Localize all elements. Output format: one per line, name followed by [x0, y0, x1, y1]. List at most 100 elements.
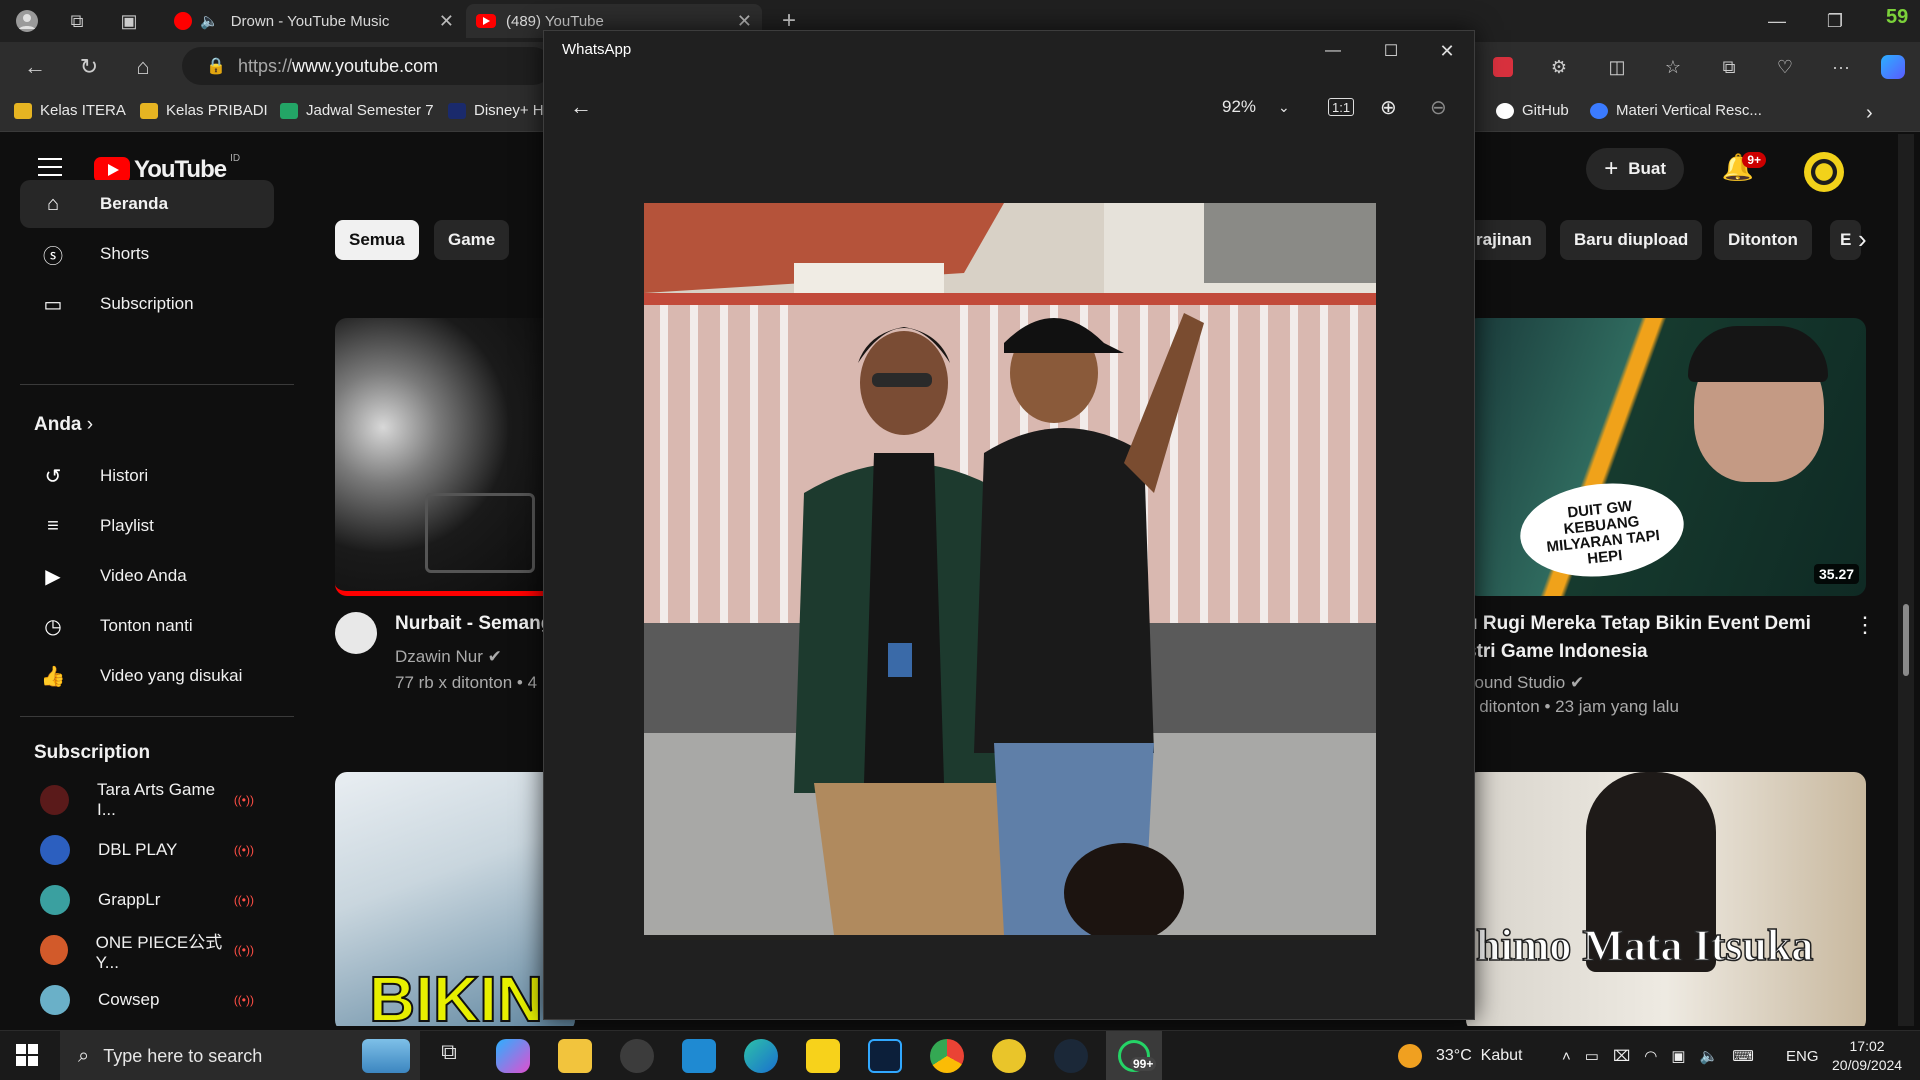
- menu-icon[interactable]: [38, 158, 62, 176]
- language-indicator[interactable]: ENG: [1786, 1031, 1819, 1080]
- zoom-dropdown[interactable]: 92% ⌄: [1222, 89, 1290, 125]
- keyboard-icon[interactable]: ⌨: [1732, 1047, 1754, 1065]
- bookmark-disney[interactable]: Disney+ H: [448, 102, 544, 119]
- more-vert-icon[interactable]: ⋮: [1854, 612, 1876, 638]
- battery-icon[interactable]: ▭: [1585, 1047, 1599, 1065]
- volume-icon[interactable]: 🔈: [1700, 1047, 1719, 1065]
- zoom-out-icon[interactable]: ⊖: [1430, 89, 1447, 125]
- edge-icon[interactable]: [744, 1039, 778, 1073]
- chip-game[interactable]: Game: [434, 220, 510, 260]
- chip-baru-diupload[interactable]: Baru diupload: [1560, 220, 1703, 260]
- sidebar-item-shorts[interactable]: ⓢ Shorts: [20, 230, 274, 278]
- tab-youtube-music[interactable]: 🔈 Drown - YouTube Music ✕: [164, 4, 464, 38]
- back-icon[interactable]: ←: [22, 54, 48, 80]
- chip-ditonton[interactable]: Ditonton: [1714, 220, 1812, 260]
- workspaces-icon[interactable]: ⧉: [64, 8, 90, 34]
- close-tab-icon[interactable]: ✕: [439, 11, 454, 32]
- video-title[interactable]: u Rugi Mereka Tetap Bikin Event Demi stri…: [1466, 610, 1811, 666]
- task-view-icon[interactable]: ⧉: [432, 1039, 466, 1073]
- speaker-icon[interactable]: 🔈: [200, 12, 219, 30]
- extensions-icon[interactable]: ⚙: [1546, 54, 1572, 80]
- profile-icon[interactable]: [14, 8, 40, 34]
- video-thumbnail[interactable]: DUIT GW KEBUANG MILYARAN TAPI HEPI: [1466, 318, 1866, 596]
- weather-widget[interactable]: 33°C Kabut: [1398, 1031, 1522, 1080]
- file-explorer-icon[interactable]: [558, 1039, 592, 1073]
- video-channel[interactable]: sound Studio ✔: [1466, 670, 1584, 695]
- chrome-icon[interactable]: [930, 1039, 964, 1073]
- maximize-icon[interactable]: ☐: [1368, 35, 1414, 67]
- more-options-icon[interactable]: ···: [1828, 54, 1854, 80]
- channel-avatar[interactable]: [335, 612, 377, 654]
- bookmark-kelas-itera[interactable]: Kelas ITERA: [14, 102, 126, 119]
- create-button[interactable]: + Buat: [1586, 148, 1684, 190]
- vscode-icon[interactable]: [682, 1039, 716, 1073]
- sidebar-you-heading[interactable]: Anda ›: [34, 414, 93, 436]
- video-title[interactable]: Nurbait - Semang: [395, 610, 552, 638]
- address-bar[interactable]: 🔒 https://www.youtube.com: [182, 47, 552, 85]
- account-avatar[interactable]: [1804, 152, 1844, 192]
- home-icon[interactable]: ⌂: [130, 54, 156, 80]
- close-icon[interactable]: ✕: [1424, 35, 1470, 67]
- split-screen-icon[interactable]: ◫: [1604, 54, 1630, 80]
- video-thumbnail[interactable]: [335, 318, 575, 596]
- sidebar-sub-one-piece[interactable]: ONE PIECE公式Y... ((•)): [20, 926, 274, 974]
- zoom-in-icon[interactable]: ⊕: [1380, 89, 1397, 125]
- sidebar-sub-grapplr[interactable]: GrappLr ((•)): [20, 876, 274, 924]
- taskbar-search[interactable]: ⌕ Type here to search: [60, 1031, 420, 1080]
- sidebar-subscription-heading: Subscription: [34, 742, 151, 763]
- bookmark-github[interactable]: GitHub: [1496, 102, 1569, 119]
- bookmark-jadwal[interactable]: Jadwal Semester 7: [280, 102, 434, 119]
- sidebar-item-playlist[interactable]: ≡ Playlist: [20, 502, 274, 550]
- maximize-icon[interactable]: ❐: [1822, 8, 1848, 34]
- sidebar-item-liked-videos[interactable]: 👍 Video yang disukai: [20, 652, 274, 700]
- bookmark-kelas-pribadi[interactable]: Kelas PRIBADI: [140, 102, 268, 119]
- actual-size-icon[interactable]: 1:1: [1328, 98, 1355, 116]
- wifi-icon[interactable]: ◠: [1644, 1047, 1657, 1065]
- sidebar-sub-dbl-play[interactable]: DBL PLAY ((•)): [20, 826, 274, 874]
- whatsapp-taskbar-button[interactable]: 99+: [1106, 1031, 1162, 1080]
- refresh-icon[interactable]: ↻: [76, 54, 102, 80]
- camera-icon[interactable]: ⌧: [1613, 1047, 1630, 1065]
- channel-avatar: [40, 835, 70, 865]
- copilot-icon[interactable]: [1880, 54, 1906, 80]
- photoshop-icon[interactable]: [868, 1039, 902, 1073]
- sidebar-sub-cowsep[interactable]: Cowsep ((•)): [20, 976, 274, 1024]
- page-scrollbar[interactable]: [1898, 134, 1914, 1026]
- app-duck-icon[interactable]: [992, 1039, 1026, 1073]
- close-tab-icon[interactable]: ✕: [737, 11, 752, 32]
- browser-essentials-icon[interactable]: ♡: [1772, 54, 1798, 80]
- favorites-icon[interactable]: ☆: [1660, 54, 1686, 80]
- sidebar-item-tonton-nanti[interactable]: ◷ Tonton nanti: [20, 602, 274, 650]
- windows-start-icon[interactable]: [16, 1044, 38, 1066]
- video-thumbnail[interactable]: BIKIN S: [335, 772, 575, 1026]
- collections-icon[interactable]: ⧉: [1716, 54, 1742, 80]
- video-thumbnail[interactable]: himo Mata Itsuka: [1466, 772, 1866, 1026]
- chip-partial[interactable]: E: [1830, 220, 1862, 260]
- bookmarks-overflow-icon[interactable]: ›: [1866, 102, 1873, 125]
- back-arrow-icon[interactable]: ←: [570, 89, 592, 125]
- chips-next-icon[interactable]: ›: [1858, 224, 1867, 255]
- scrollbar-thumb[interactable]: [1903, 604, 1909, 676]
- watch-later-icon: ◷: [44, 615, 62, 638]
- extension-red-icon[interactable]: [1490, 54, 1516, 80]
- sidebar-item-histori[interactable]: ↺ Histori: [20, 452, 274, 500]
- copilot-app-icon[interactable]: [496, 1039, 530, 1073]
- display-icon[interactable]: ▣: [1671, 1047, 1685, 1065]
- sidebar-item-subscription[interactable]: ▭ Subscription: [20, 280, 274, 328]
- chevron-right-icon: ›: [86, 414, 94, 435]
- sidebar-item-video-anda[interactable]: ▶ Video Anda: [20, 552, 274, 600]
- clock[interactable]: 17:02 20/09/2024: [1832, 1037, 1902, 1075]
- sticky-notes-icon[interactable]: [806, 1039, 840, 1073]
- vertical-tabs-icon[interactable]: ▣: [116, 8, 142, 34]
- unity-icon[interactable]: [620, 1039, 654, 1073]
- chip-semua[interactable]: Semua: [335, 220, 419, 260]
- sidebar-sub-tara-arts[interactable]: Tara Arts Game I... ((•)): [20, 776, 274, 824]
- minimize-icon[interactable]: —: [1764, 8, 1790, 34]
- minimize-icon[interactable]: —: [1310, 35, 1356, 67]
- live-icon: ((•)): [233, 893, 254, 907]
- video-channel[interactable]: Dzawin Nur ✔: [395, 644, 502, 669]
- bookmark-materi[interactable]: Materi Vertical Resc...: [1590, 102, 1762, 119]
- steam-icon[interactable]: [1054, 1039, 1088, 1073]
- chevron-up-icon[interactable]: ˄: [1562, 1048, 1571, 1065]
- sidebar-item-beranda[interactable]: ⌂ Beranda: [20, 180, 274, 228]
